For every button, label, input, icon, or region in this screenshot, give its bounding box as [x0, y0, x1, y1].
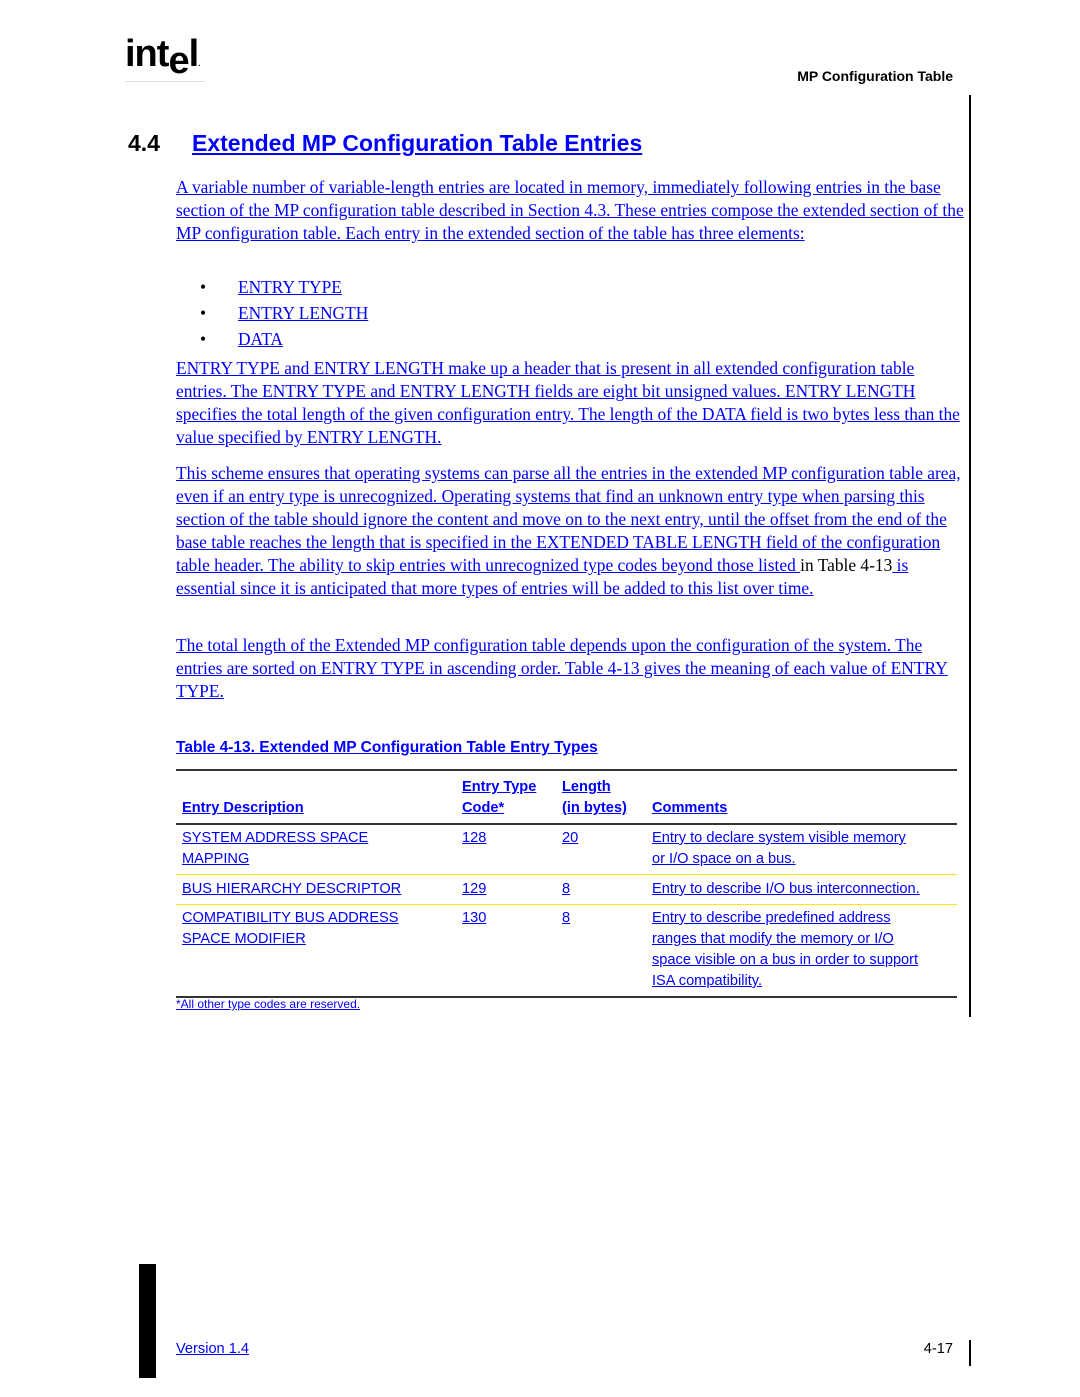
intel-logo: intel.	[125, 34, 207, 82]
cell-link[interactable]: 20	[562, 830, 578, 846]
cell-comments: Entry to declare system visible memory or…	[652, 828, 957, 870]
change-bar-right	[969, 95, 971, 1017]
paragraph-intro-link[interactable]: A variable number of variable-length ent…	[176, 177, 964, 243]
header-code-line2[interactable]: Code*	[462, 800, 504, 816]
header-description: Entry Description	[176, 777, 462, 819]
list-item: • ENTRY TYPE	[200, 274, 368, 300]
cell-link[interactable]: ranges that modify the memory or I/O	[652, 931, 894, 947]
table-caption-link[interactable]: Table 4-13. Extended MP Configuration Ta…	[176, 739, 598, 756]
table-header-row: Entry Description Entry Type Code* Length…	[176, 771, 957, 823]
paragraph-total-length: The total length of the Extended MP conf…	[176, 634, 966, 703]
entry-types-table: Entry Description Entry Type Code* Length…	[176, 769, 957, 998]
header-comments: Comments	[652, 777, 957, 819]
list-item: • ENTRY LENGTH	[200, 300, 368, 326]
cell-link[interactable]: 8	[562, 910, 570, 926]
list-item-link[interactable]: ENTRY TYPE	[238, 277, 342, 297]
header-code-line1[interactable]: Entry Type	[462, 779, 536, 795]
cell-description: BUS HIERARCHY DESCRIPTOR	[176, 879, 462, 900]
cell-link[interactable]: BUS HIERARCHY DESCRIPTOR	[182, 881, 401, 897]
header-length-line2[interactable]: (in bytes)	[562, 800, 627, 816]
cell-length: 20	[562, 828, 652, 870]
cell-link[interactable]: SYSTEM ADDRESS SPACE	[182, 830, 368, 846]
paragraph-header-fields: ENTRY TYPE and ENTRY LENGTH make up a he…	[176, 357, 966, 449]
cell-link[interactable]: 130	[462, 910, 486, 926]
list-item-link[interactable]: ENTRY LENGTH	[238, 303, 368, 323]
bullet-icon: •	[200, 303, 207, 323]
list-item-link[interactable]: DATA	[238, 329, 283, 349]
table-footnote-link[interactable]: *All other type codes are reserved.	[176, 997, 360, 1011]
change-bar-left	[139, 1264, 156, 1378]
cell-link[interactable]: or I/O space on a bus.	[652, 851, 796, 867]
bullet-icon: •	[200, 329, 207, 349]
cell-description: SYSTEM ADDRESS SPACE MAPPING	[176, 828, 462, 870]
footer-version: Version 1.4	[176, 1341, 249, 1357]
cell-link[interactable]: Entry to declare system visible memory	[652, 830, 906, 846]
cell-description: COMPATIBILITY BUS ADDRESS SPACE MODIFIER	[176, 908, 462, 992]
cell-link[interactable]: COMPATIBILITY BUS ADDRESS	[182, 910, 399, 926]
cell-code: 130	[462, 908, 562, 992]
cell-code: 128	[462, 828, 562, 870]
table-footnote: *All other type codes are reserved.	[176, 997, 360, 1011]
header-length: Length (in bytes)	[562, 777, 652, 819]
list-item: • DATA	[200, 326, 368, 352]
table-caption: Table 4-13. Extended MP Configuration Ta…	[176, 739, 598, 757]
table-reference-text: in Table 4-13	[800, 555, 893, 575]
bullet-icon: •	[200, 277, 207, 297]
table-row: BUS HIERARCHY DESCRIPTOR 129 8 Entry to …	[176, 875, 957, 904]
logo-wordmark: intel.	[125, 33, 201, 82]
cell-link[interactable]: Entry to describe predefined address	[652, 910, 891, 926]
version-link[interactable]: Version 1.4	[176, 1341, 249, 1357]
header-comments-link[interactable]: Comments	[652, 800, 727, 816]
change-bar-footer-right	[969, 1340, 971, 1366]
logo-underline	[125, 81, 205, 82]
header-length-line1[interactable]: Length	[562, 779, 611, 795]
header-description-link[interactable]: Entry Description	[182, 800, 304, 816]
page-number: 4-17	[923, 1341, 953, 1357]
header-code: Entry Type Code*	[462, 777, 562, 819]
paragraph-intro: A variable number of variable-length ent…	[176, 176, 966, 245]
running-head: MP Configuration Table	[797, 68, 953, 84]
document-page: intel. MP Configuration Table 4.4 Extende…	[0, 0, 1080, 1397]
cell-link[interactable]: MAPPING	[182, 851, 249, 867]
cell-link[interactable]: SPACE MODIFIER	[182, 931, 306, 947]
cell-link[interactable]: ISA compatibility.	[652, 973, 762, 989]
cell-link[interactable]: 128	[462, 830, 486, 846]
cell-code: 129	[462, 879, 562, 900]
cell-length: 8	[562, 879, 652, 900]
section-number: 4.4	[128, 130, 160, 156]
cell-comments: Entry to describe I/O bus interconnectio…	[652, 879, 957, 900]
table-row: SYSTEM ADDRESS SPACE MAPPING 128 20 Entry…	[176, 825, 957, 874]
element-list: • ENTRY TYPE • ENTRY LENGTH • DATA	[200, 274, 368, 352]
section-title-link[interactable]: Extended MP Configuration Table Entries	[192, 130, 642, 156]
paragraph-header-fields-link[interactable]: ENTRY TYPE and ENTRY LENGTH make up a he…	[176, 358, 960, 447]
cell-link[interactable]: 129	[462, 881, 486, 897]
cell-link[interactable]: 8	[562, 881, 570, 897]
table-row: COMPATIBILITY BUS ADDRESS SPACE MODIFIER …	[176, 905, 957, 996]
paragraph-parsing-scheme: This scheme ensures that operating syste…	[176, 462, 966, 600]
section-heading: 4.4 Extended MP Configuration Table Entri…	[128, 130, 642, 157]
cell-length: 8	[562, 908, 652, 992]
cell-comments: Entry to describe predefined address rang…	[652, 908, 957, 992]
cell-link[interactable]: Entry to describe I/O bus interconnectio…	[652, 881, 920, 897]
cell-link[interactable]: space visible on a bus in order to suppo…	[652, 952, 918, 968]
